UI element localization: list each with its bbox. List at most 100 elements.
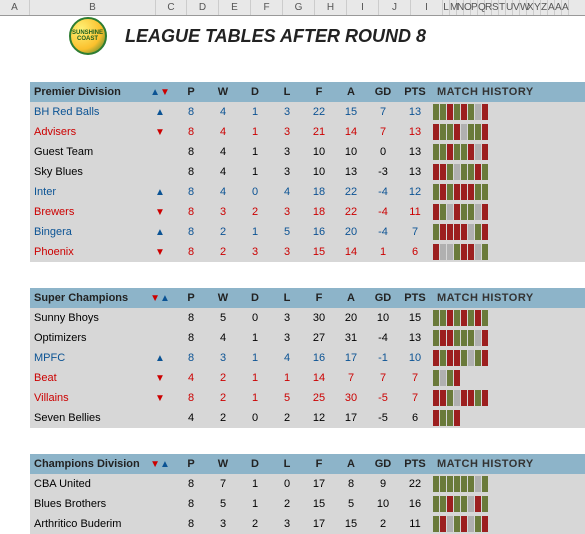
- stat-W: 2: [207, 226, 239, 238]
- stat-L: 3: [271, 106, 303, 118]
- stat-D: 1: [239, 226, 271, 238]
- stat-L: 1: [271, 372, 303, 384]
- table-row: Brewers▼83231822-411: [30, 202, 585, 222]
- stat-L: 3: [271, 332, 303, 344]
- stat-F: 12: [303, 412, 335, 424]
- col-F[interactable]: F: [303, 458, 335, 470]
- team-name: Optimizers: [30, 332, 145, 344]
- stat-GD: 10: [367, 498, 399, 510]
- stat-GD: 7: [367, 126, 399, 138]
- col-F[interactable]: F: [303, 292, 335, 304]
- col-A[interactable]: A: [335, 458, 367, 470]
- hist-l: [454, 410, 460, 426]
- col-P[interactable]: P: [175, 86, 207, 98]
- stat-W: 5: [207, 312, 239, 324]
- col-PTS[interactable]: PTS: [399, 292, 431, 304]
- table-row: Optimizers84132731-413: [30, 328, 585, 348]
- hist-w: [454, 144, 460, 160]
- col-L[interactable]: L: [271, 86, 303, 98]
- col-GD[interactable]: GD: [367, 458, 399, 470]
- hist-w: [454, 476, 460, 492]
- col-PTS[interactable]: PTS: [399, 458, 431, 470]
- hist-d: [475, 144, 481, 160]
- stat-P: 8: [175, 226, 207, 238]
- stat-A: 15: [335, 106, 367, 118]
- hist-l: [454, 204, 460, 220]
- col-GD[interactable]: GD: [367, 86, 399, 98]
- stat-F: 18: [303, 186, 335, 198]
- col-L[interactable]: L: [271, 458, 303, 470]
- col-L[interactable]: L: [271, 292, 303, 304]
- hist-l: [447, 496, 453, 512]
- col-P[interactable]: P: [175, 458, 207, 470]
- col-P[interactable]: P: [175, 292, 207, 304]
- stat-L: 2: [271, 498, 303, 510]
- hist-w: [440, 144, 446, 160]
- move-arrow: ▼: [145, 127, 175, 138]
- stat-GD: -5: [367, 412, 399, 424]
- stat-W: 4: [207, 126, 239, 138]
- match-history: [431, 244, 585, 260]
- col-D[interactable]: D: [239, 458, 271, 470]
- col-W[interactable]: W: [207, 292, 239, 304]
- stat-PTS: 13: [399, 166, 431, 178]
- history-header: MATCH HISTORY: [431, 458, 585, 470]
- hist-e: [482, 370, 488, 386]
- hist-d: [454, 164, 460, 180]
- stat-W: 4: [207, 106, 239, 118]
- stat-GD: 1: [367, 246, 399, 258]
- stat-PTS: 15: [399, 312, 431, 324]
- sort-arrows[interactable]: ▲▼: [145, 87, 175, 98]
- stat-P: 8: [175, 146, 207, 158]
- hist-d: [468, 224, 474, 240]
- hist-w: [440, 310, 446, 326]
- table-row: Inter▲84041822-412: [30, 182, 585, 202]
- hist-w: [482, 310, 488, 326]
- stat-D: 1: [239, 332, 271, 344]
- team-name: Arthritico Buderim: [30, 518, 145, 530]
- hist-w: [447, 476, 453, 492]
- hist-w: [461, 204, 467, 220]
- hist-d: [440, 244, 446, 260]
- match-history: [431, 476, 585, 492]
- sort-arrows[interactable]: ▼▲: [145, 459, 175, 470]
- hist-d: [447, 204, 453, 220]
- stat-W: 4: [207, 166, 239, 178]
- stat-PTS: 10: [399, 352, 431, 364]
- stat-L: 3: [271, 206, 303, 218]
- hist-l: [440, 330, 446, 346]
- hist-w: [440, 496, 446, 512]
- hist-l: [482, 144, 488, 160]
- stat-L: 3: [271, 126, 303, 138]
- hist-d: [475, 476, 481, 492]
- col-A[interactable]: A: [335, 86, 367, 98]
- hist-w: [468, 104, 474, 120]
- col-PTS[interactable]: PTS: [399, 86, 431, 98]
- hist-w: [468, 124, 474, 140]
- col-F[interactable]: F: [303, 86, 335, 98]
- stat-P: 8: [175, 332, 207, 344]
- hist-w: [447, 184, 453, 200]
- col-W[interactable]: W: [207, 458, 239, 470]
- match-history: [431, 104, 585, 120]
- hist-e: [468, 410, 474, 426]
- stat-A: 30: [335, 392, 367, 404]
- team-name: MPFC: [30, 352, 145, 364]
- stat-P: 4: [175, 372, 207, 384]
- col-W[interactable]: W: [207, 86, 239, 98]
- hist-w: [454, 310, 460, 326]
- sort-arrows[interactable]: ▼▲: [145, 293, 175, 304]
- stat-F: 18: [303, 206, 335, 218]
- col-D[interactable]: D: [239, 86, 271, 98]
- hist-l: [461, 390, 467, 406]
- hist-w: [440, 204, 446, 220]
- col-GD[interactable]: GD: [367, 292, 399, 304]
- team-name: Advisers: [30, 126, 145, 138]
- hist-w: [433, 476, 439, 492]
- stat-P: 8: [175, 498, 207, 510]
- col-A[interactable]: A: [335, 292, 367, 304]
- stat-A: 5: [335, 498, 367, 510]
- hist-w: [482, 184, 488, 200]
- division-header: Super Champions▼▲PWDLFAGDPTSMATCH HISTOR…: [30, 288, 585, 308]
- col-D[interactable]: D: [239, 292, 271, 304]
